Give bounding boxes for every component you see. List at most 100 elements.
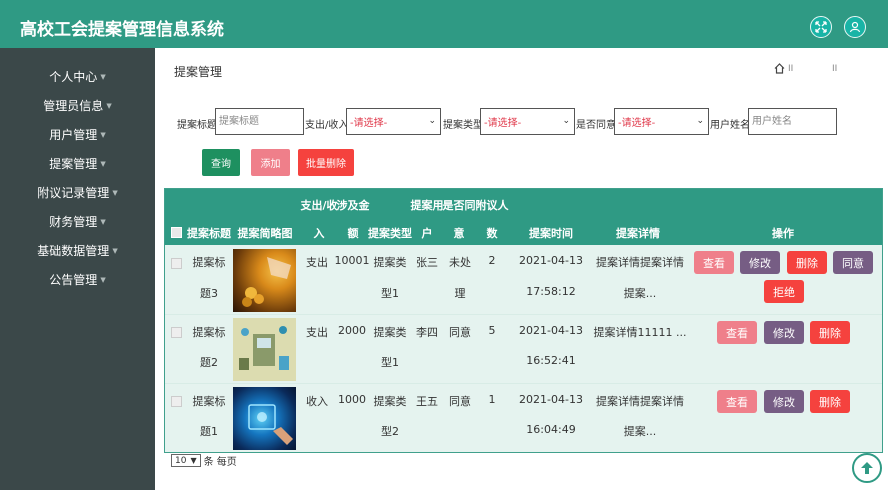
income-filter-select[interactable]: -请选择- ⌄	[346, 108, 441, 135]
gold-coins-image	[233, 249, 296, 312]
delete-button[interactable]: 删除	[787, 251, 827, 274]
chevron-down-icon: ▼	[112, 188, 118, 197]
header-title: 提案标题	[187, 227, 231, 240]
header-amount-bottom: 额	[347, 227, 359, 240]
row-type-line1: 提案类	[373, 326, 407, 339]
row-title-line1: 提案标	[192, 256, 226, 269]
header-type: 提案类型	[368, 227, 412, 240]
table-row: 提案标 题2 支出 2000 提案类 型1 李四 同意 5 2021-04-13…	[165, 315, 882, 384]
chevron-down-icon: ▼	[100, 130, 106, 139]
row-detail-line2: 提案...	[623, 287, 657, 300]
row-checkbox[interactable]	[171, 396, 182, 407]
row-amount: 1000	[338, 393, 366, 406]
row-checkbox[interactable]	[171, 258, 182, 269]
sidebar-item-personal-center[interactable]: 个人中心 ▼	[0, 62, 155, 91]
chevron-down-icon: ▼	[100, 275, 106, 284]
sidebar-item-admin-info[interactable]: 管理员信息 ▼	[0, 91, 155, 120]
user-icon[interactable]	[844, 16, 866, 38]
sidebar-item-finance-management[interactable]: 财务管理 ▼	[0, 207, 155, 236]
sidebar-item-base-data[interactable]: 基础数据管理 ▼	[0, 236, 155, 265]
header-income-top: 支出/收	[300, 199, 338, 212]
type-filter-value: -请选择-	[484, 118, 522, 129]
row-title-line1: 提案标	[192, 395, 226, 408]
fullscreen-icon[interactable]	[810, 16, 832, 38]
header-agree-top: 是否同	[442, 199, 476, 212]
page-size-select[interactable]: 10 ▼	[171, 454, 201, 467]
header-user-top: 提案用	[410, 199, 444, 212]
income-filter-value: -请选择-	[350, 118, 388, 129]
table-header: 提案标题 提案简略图 支出/收 入 涉及金 额 提案类型 提案用 户 是否同 意…	[165, 189, 882, 245]
chevron-down-icon: ⌄	[562, 116, 570, 126]
sidebar-item-user-management[interactable]: 用户管理 ▼	[0, 120, 155, 149]
back-to-top-icon[interactable]	[852, 453, 882, 483]
row-time: 16:04:49	[526, 423, 576, 436]
select-all-checkbox[interactable]	[171, 227, 182, 238]
sidebar-item-label: 用户管理	[49, 128, 98, 142]
page-size-suffix: 条 每页	[203, 457, 237, 468]
app-title: 高校工会提案管理信息系统	[20, 20, 224, 40]
header-count-top: 附议人	[475, 199, 509, 212]
edit-button[interactable]: 修改	[740, 251, 780, 274]
row-time: 16:52:41	[526, 354, 576, 367]
sidebar: 个人中心 ▼ 管理员信息 ▼ 用户管理 ▼ 提案管理 ▼ 附议记录管理 ▼ 财务管理 ▼ 基…	[0, 48, 155, 490]
row-type-line2: 型1	[381, 356, 399, 369]
row-time: 17:58:12	[526, 285, 576, 298]
header-image: 提案简略图	[237, 227, 293, 240]
delete-button[interactable]: 删除	[810, 321, 850, 344]
home-icon[interactable]	[774, 63, 785, 77]
type-filter-label: 提案类型	[443, 120, 483, 131]
chevron-down-icon: ▼	[100, 72, 106, 81]
sidebar-item-seconding-records[interactable]: 附议记录管理 ▼	[0, 178, 155, 207]
chevron-down-icon: ⌄	[428, 116, 436, 126]
chevron-down-icon: ▼	[100, 217, 106, 226]
user-filter-input[interactable]	[748, 108, 837, 135]
title-filter-label: 提案标题	[177, 120, 217, 131]
header-time: 提案时间	[529, 227, 573, 240]
edit-button[interactable]: 修改	[764, 390, 804, 413]
delete-button[interactable]: 删除	[810, 390, 850, 413]
header-agree-bottom: 意	[453, 227, 465, 240]
row-date: 2021-04-13	[519, 254, 583, 267]
reject-button[interactable]: 拒绝	[764, 280, 804, 303]
type-filter-select[interactable]: -请选择- ⌄	[480, 108, 575, 135]
query-button[interactable]: 查询	[202, 149, 240, 176]
batch-delete-button[interactable]: 批量删除	[298, 149, 354, 176]
agree-filter-value: -请选择-	[618, 118, 656, 129]
table-row: 提案标 题1 收入 1000 提案类 型2 王五 同意 1 2021-04-13…	[165, 384, 882, 452]
row-agree-line2: 理	[454, 287, 466, 300]
row-income: 支出	[306, 326, 328, 339]
row-type-line2: 型2	[381, 425, 399, 438]
row-date: 2021-04-13	[519, 324, 583, 337]
breadcrumb-separator: II	[832, 64, 838, 74]
row-type-line1: 提案类	[373, 256, 407, 269]
view-button[interactable]: 查看	[694, 251, 734, 274]
row-title-line2: 题1	[200, 425, 218, 438]
sidebar-item-label: 附议记录管理	[37, 186, 110, 200]
chevron-down-icon: ⌄	[696, 116, 704, 126]
agree-filter-label: 是否同意	[576, 120, 616, 131]
row-agree-line1: 未处	[449, 256, 471, 269]
sidebar-item-label: 提案管理	[49, 157, 98, 171]
sidebar-item-label: 公告管理	[49, 273, 98, 287]
breadcrumb-separator: II	[788, 64, 794, 74]
income-filter-label: 支出/收入	[305, 120, 349, 131]
view-button[interactable]: 查看	[717, 321, 757, 344]
row-amount: 2000	[338, 324, 366, 337]
row-detail-line1: 提案详情提案详情	[596, 395, 684, 408]
row-detail-line1: 提案详情11111 ...	[593, 326, 687, 339]
row-checkbox[interactable]	[171, 327, 182, 338]
sidebar-item-announcements[interactable]: 公告管理 ▼	[0, 265, 155, 294]
title-filter-input[interactable]	[215, 108, 304, 135]
view-button[interactable]: 查看	[717, 390, 757, 413]
edit-button[interactable]: 修改	[764, 321, 804, 344]
page-size-value: 10	[175, 455, 187, 466]
add-button[interactable]: 添加	[251, 149, 290, 176]
agree-filter-select[interactable]: -请选择- ⌄	[614, 108, 709, 135]
row-agree-line1: 同意	[449, 395, 471, 408]
row-agree-line1: 同意	[449, 326, 471, 339]
user-filter-label: 用户姓名	[710, 120, 750, 131]
agree-button[interactable]: 同意	[833, 251, 873, 274]
sidebar-item-proposal-management[interactable]: 提案管理 ▼	[0, 149, 155, 178]
chevron-down-icon: ▼	[106, 101, 112, 110]
top-bar: 高校工会提案管理信息系统	[0, 0, 888, 48]
